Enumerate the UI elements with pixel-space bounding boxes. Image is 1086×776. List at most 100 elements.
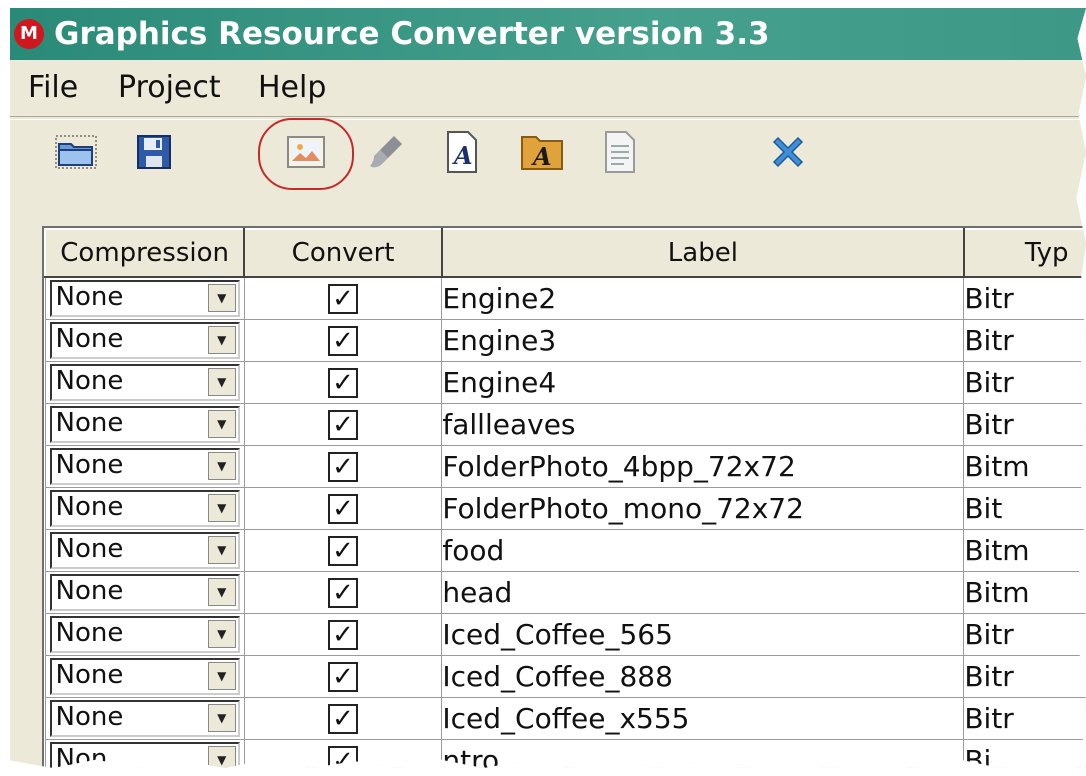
convert-checkbox[interactable]: ✓: [328, 619, 359, 650]
label-cell[interactable]: Engine2: [441, 276, 965, 320]
type-cell[interactable]: Bitr: [963, 319, 1086, 362]
label-cell[interactable]: Engine4: [441, 361, 965, 404]
title-bar[interactable]: M Graphics Resource Converter version 3.…: [10, 8, 1086, 60]
type-cell[interactable]: Bitr: [963, 361, 1086, 404]
chevron-down-icon[interactable]: ▼: [207, 410, 236, 438]
compression-cell: None ▼: [44, 319, 245, 362]
convert-cell: ✓: [243, 487, 443, 530]
compression-dropdown[interactable]: None ▼: [49, 490, 240, 527]
menu-file[interactable]: File: [28, 66, 78, 110]
col-header-type[interactable]: Typ: [962, 228, 1086, 278]
type-cell[interactable]: Bitm: [963, 445, 1086, 488]
label-cell[interactable]: FolderPhoto_4bpp_72x72: [441, 445, 965, 488]
convert-checkbox[interactable]: ✓: [328, 661, 359, 692]
table-row[interactable]: None ▼ ✓ Iced_Coffee_888 Bitr: [44, 655, 1086, 698]
chevron-down-icon[interactable]: ▼: [207, 326, 236, 354]
table-row[interactable]: None ▼ ✓ Engine4 Bitr: [44, 361, 1086, 404]
label-cell[interactable]: fallleaves: [441, 403, 965, 446]
table-row[interactable]: None ▼ ✓ head Bitm: [44, 571, 1086, 614]
compression-dropdown[interactable]: None ▼: [49, 322, 240, 359]
convert-checkbox[interactable]: ✓: [328, 409, 359, 440]
type-cell[interactable]: Bi: [963, 739, 1086, 768]
convert-checkbox[interactable]: ✓: [328, 283, 359, 314]
type-cell[interactable]: Bitm: [963, 529, 1086, 572]
col-header-convert[interactable]: Convert: [243, 228, 443, 278]
save-disk-icon[interactable]: [130, 128, 178, 176]
label-cell[interactable]: food: [441, 529, 965, 572]
convert-checkbox[interactable]: ✓: [328, 367, 359, 398]
table-row[interactable]: None ▼ ✓ FolderPhoto_4bpp_72x72 Bitm: [44, 445, 1086, 488]
convert-checkbox[interactable]: ✓: [328, 325, 359, 356]
chevron-down-icon[interactable]: ▼: [207, 704, 236, 732]
chevron-down-icon[interactable]: ▼: [207, 494, 236, 522]
compression-dropdown[interactable]: Non ▼: [49, 742, 240, 768]
type-cell[interactable]: Bitm: [963, 571, 1086, 614]
convert-checkbox[interactable]: ✓: [328, 745, 359, 768]
chevron-down-icon[interactable]: ▼: [207, 620, 236, 648]
label-cell[interactable]: FolderPhoto_mono_72x72: [441, 487, 965, 530]
table-row[interactable]: None ▼ ✓ food Bitm: [44, 529, 1086, 572]
document-icon[interactable]: [596, 128, 644, 176]
type-cell[interactable]: Bitr: [963, 655, 1086, 698]
compression-dropdown[interactable]: None ▼: [49, 532, 240, 569]
compression-dropdown[interactable]: None ▼: [49, 406, 240, 443]
col-header-label[interactable]: Label: [440, 228, 965, 278]
type-cell[interactable]: Bitr: [963, 697, 1086, 740]
compression-dropdown[interactable]: None ▼: [49, 364, 240, 401]
chevron-down-icon[interactable]: ▼: [207, 746, 236, 768]
label-cell[interactable]: Iced_Coffee_x555: [441, 697, 965, 740]
type-cell[interactable]: Bitr: [963, 276, 1086, 320]
type-cell[interactable]: Bit: [963, 487, 1086, 530]
chevron-down-icon[interactable]: ▼: [207, 368, 236, 396]
compression-dropdown[interactable]: None ▼: [49, 658, 240, 695]
delete-x-icon[interactable]: [764, 128, 812, 176]
add-image-icon[interactable]: [282, 128, 330, 176]
compression-dropdown[interactable]: None ▼: [49, 616, 240, 653]
font-folder-icon[interactable]: A: [518, 128, 566, 176]
label-cell[interactable]: head: [441, 571, 965, 614]
compression-dropdown[interactable]: None ▼: [49, 448, 240, 485]
convert-checkbox[interactable]: ✓: [328, 535, 359, 566]
type-cell[interactable]: Bitr: [963, 403, 1086, 446]
brush-icon[interactable]: [362, 128, 410, 176]
menu-help[interactable]: Help: [258, 66, 326, 110]
compression-dropdown[interactable]: None ▼: [49, 574, 240, 611]
add-font-icon[interactable]: A: [438, 128, 486, 176]
table-row[interactable]: None ▼ ✓ Engine2 Bitr: [44, 276, 1086, 320]
compression-cell: None ▼: [44, 697, 245, 740]
menu-project[interactable]: Project: [118, 66, 221, 110]
label-cell[interactable]: Iced_Coffee_888: [441, 655, 965, 698]
compression-dropdown[interactable]: None ▼: [49, 280, 240, 317]
col-header-compression[interactable]: Compression: [44, 228, 246, 278]
header-row: Compression Convert Label Typ: [44, 228, 1086, 278]
chevron-down-icon[interactable]: ▼: [207, 662, 236, 690]
label-cell[interactable]: ntro: [441, 739, 965, 768]
compression-cell: None ▼: [44, 361, 245, 404]
label-cell[interactable]: Iced_Coffee_565: [441, 613, 965, 656]
convert-checkbox[interactable]: ✓: [328, 577, 359, 608]
grid-body: None ▼ ✓ Engine2 Bitr None ▼ ✓ Engine3 Bitr None ▼ ✓…: [44, 276, 1086, 768]
table-row[interactable]: None ▼ ✓ Iced_Coffee_565 Bitr: [44, 613, 1086, 656]
compression-dropdown[interactable]: None ▼: [49, 700, 240, 737]
chevron-down-icon[interactable]: ▼: [207, 578, 236, 606]
convert-cell: ✓: [243, 697, 443, 740]
label-cell[interactable]: Engine3: [441, 319, 965, 362]
chevron-down-icon[interactable]: ▼: [207, 452, 236, 480]
table-row[interactable]: None ▼ ✓ Iced_Coffee_x555 Bitr: [44, 697, 1086, 740]
table-row[interactable]: None ▼ ✓ Engine3 Bitr: [44, 319, 1086, 362]
convert-checkbox[interactable]: ✓: [328, 703, 359, 734]
table-row[interactable]: None ▼ ✓ FolderPhoto_mono_72x72 Bit: [44, 487, 1086, 530]
type-cell[interactable]: Bitr: [963, 613, 1086, 656]
compression-cell: None ▼: [44, 276, 245, 320]
convert-checkbox[interactable]: ✓: [328, 493, 359, 524]
app-window: M Graphics Resource Converter version 3.…: [10, 8, 1086, 768]
table-row[interactable]: Non ▼ ✓ ntro Bi: [44, 739, 1086, 768]
convert-checkbox[interactable]: ✓: [328, 451, 359, 482]
chevron-down-icon[interactable]: ▼: [207, 284, 236, 312]
convert-cell: ✓: [243, 571, 443, 614]
open-folder-icon[interactable]: [52, 128, 100, 176]
compression-value: Non: [55, 744, 108, 768]
chevron-down-icon[interactable]: ▼: [207, 536, 236, 564]
table-row[interactable]: None ▼ ✓ fallleaves Bitr: [44, 403, 1086, 446]
convert-cell: ✓: [243, 739, 443, 768]
